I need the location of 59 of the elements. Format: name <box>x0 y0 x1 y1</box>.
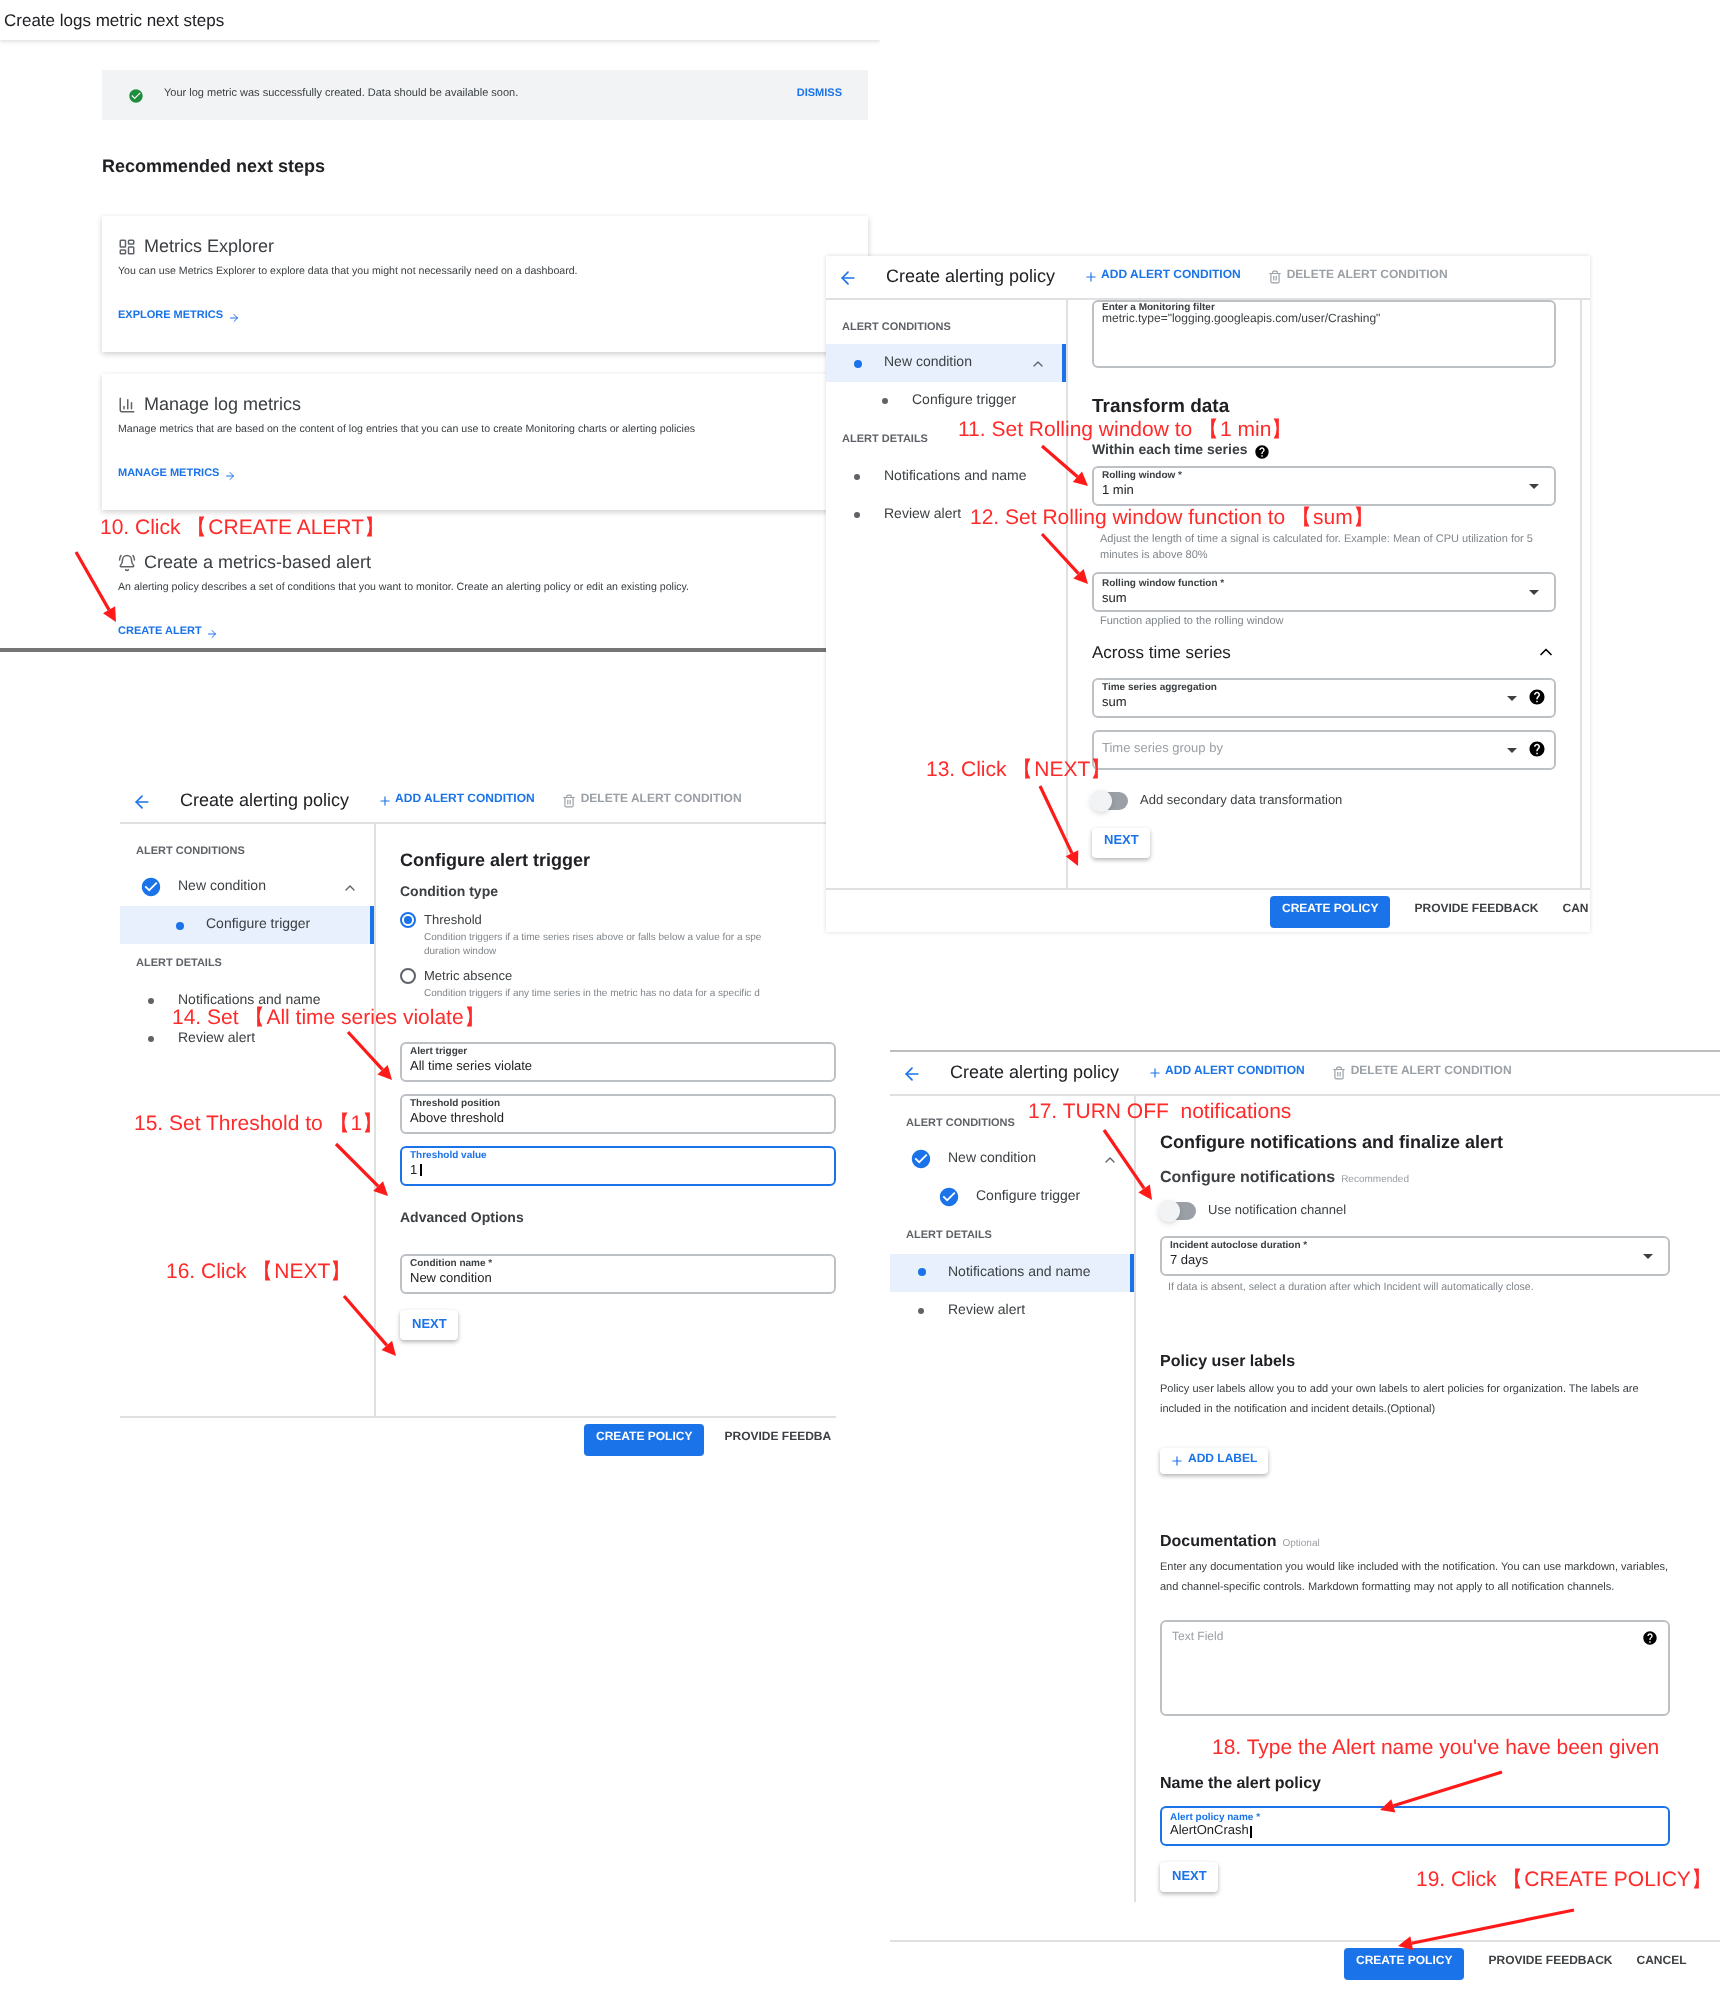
arrow-right-icon <box>227 311 240 324</box>
plus-icon <box>1170 1454 1184 1469</box>
page-title: Create alerting policy <box>886 263 1056 290</box>
section-heading: Policy user labels <box>1160 1349 1296 1374</box>
section-heading: Name the alert policy <box>1160 1772 1321 1797</box>
plus-icon <box>377 794 392 808</box>
section-heading: Configure alert trigger <box>400 848 593 874</box>
trash-icon <box>1268 270 1283 284</box>
plus-icon <box>1147 1066 1162 1080</box>
annotation-arrow <box>1102 1129 1152 1200</box>
annotation-text: 11. Set Rolling window to 【1 min】 <box>958 420 1294 440</box>
annotation-arrow <box>334 1142 388 1196</box>
back-arrow-icon[interactable] <box>838 267 858 287</box>
annotation-text: 14. Set 【All time series violate】 <box>172 1008 486 1028</box>
card-title: Manage log metrics <box>144 393 302 415</box>
card-title: Create a metrics-based alert <box>144 551 372 573</box>
bar-chart-icon <box>118 395 136 413</box>
dashboard-icon <box>118 237 136 255</box>
annotation-arrow <box>1040 532 1088 584</box>
toggle-switch[interactable] <box>1092 792 1128 811</box>
annotation-text: 19. Click 【CREATE POLICY】 <box>1416 1870 1713 1890</box>
plus-icon <box>1083 270 1098 284</box>
back-arrow-icon[interactable] <box>902 1063 922 1083</box>
page-title: Create alerting policy <box>950 1059 1120 1086</box>
section-heading: Recommended next steps <box>102 154 328 180</box>
bell-icon <box>118 553 136 571</box>
annotation-arrow <box>1040 444 1088 486</box>
page-title: Create alerting policy <box>180 787 350 814</box>
help-icon[interactable] <box>1253 444 1270 460</box>
toggle-switch[interactable] <box>1160 1202 1196 1221</box>
trash-icon <box>1332 1066 1347 1080</box>
annotation-text: 15. Set Threshold to 【1】 <box>134 1114 385 1134</box>
section-heading: Configure notifications and finalize alert <box>1160 1132 1506 1154</box>
annotation-text: 10. Click 【CREATE ALERT】 <box>100 518 386 538</box>
annotation-text: 18. Type the Alert name you've have been given <box>1212 1738 1660 1758</box>
help-icon[interactable] <box>1642 1630 1658 1647</box>
arrow-right-icon <box>223 469 236 482</box>
annotation-arrow <box>1038 785 1079 866</box>
back-arrow-icon[interactable] <box>132 791 152 811</box>
section-heading: Documentation <box>1160 1530 1277 1555</box>
page-title: Create logs metric next steps <box>4 7 225 33</box>
annotation-arrow <box>1380 1770 1503 1813</box>
annotation-text: 17. TURN OFF notifications <box>1028 1102 1292 1122</box>
section-heading: Transform data <box>1092 396 1232 418</box>
arrow-right-icon <box>205 627 218 640</box>
help-icon[interactable] <box>1528 688 1546 707</box>
annotation-arrow <box>346 1030 392 1080</box>
radio-button[interactable] <box>400 967 416 984</box>
annotation-text: 12. Set Rolling window function to 【sum】 <box>970 508 1375 528</box>
trash-icon <box>562 794 577 808</box>
card-title: Metrics Explorer <box>144 235 275 257</box>
subsection-heading: Configure notifications <box>1160 1166 1336 1190</box>
annotation-arrow <box>342 1294 396 1356</box>
section-heading: Across time series <box>1092 640 1231 666</box>
radio-button[interactable] <box>400 912 416 928</box>
annotation-text: 16. Click 【NEXT】 <box>166 1262 353 1282</box>
annotation-arrow <box>74 551 116 622</box>
help-icon[interactable] <box>1528 740 1546 759</box>
success-check-icon <box>128 87 144 103</box>
